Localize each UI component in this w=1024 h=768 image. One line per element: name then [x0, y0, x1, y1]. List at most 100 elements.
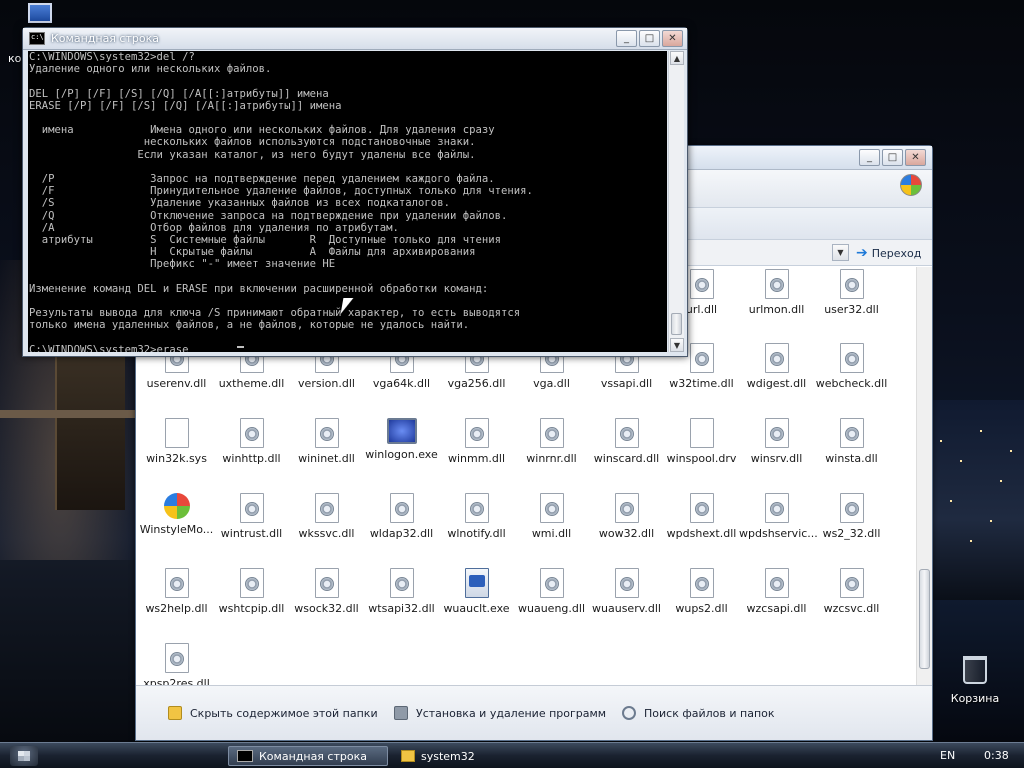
task-hide-folder-contents[interactable]: Скрыть содержимое этой папки — [168, 706, 378, 720]
start-button[interactable] — [10, 746, 38, 766]
dll-file-icon — [764, 493, 789, 523]
cmd-scrollbar-thumb[interactable] — [671, 313, 682, 335]
file-item[interactable]: winhttp.dll — [214, 414, 289, 486]
file-item[interactable]: wlnotify.dll — [439, 489, 514, 561]
file-item[interactable]: wuaueng.dll — [514, 564, 589, 636]
cmd-vertical-scrollbar[interactable]: ▲ ▼ — [668, 51, 684, 352]
file-name: winscard.dll — [593, 452, 660, 465]
explorer-close-button[interactable]: ✕ — [905, 149, 926, 166]
file-item[interactable]: wtsapi32.dll — [364, 564, 439, 636]
file-item[interactable]: winscard.dll — [589, 414, 664, 486]
clock[interactable]: 0:38 — [984, 749, 1009, 762]
file-name: winhttp.dll — [222, 452, 281, 465]
file-item[interactable]: wintrust.dll — [214, 489, 289, 561]
taskbar-cmd-label: Командная строка — [259, 749, 367, 763]
file-item[interactable]: wups2.dll — [664, 564, 739, 636]
exe-icon — [464, 568, 489, 598]
file-item[interactable]: winrnr.dll — [514, 414, 589, 486]
taskbar-explorer-label: system32 — [421, 749, 475, 763]
taskbar-button-cmd[interactable]: Командная строка — [228, 746, 388, 766]
file-name: wintrust.dll — [220, 527, 283, 540]
file-item[interactable]: wuauclt.exe — [439, 564, 514, 636]
address-dropdown-button[interactable]: ▼ — [832, 244, 849, 261]
dll-file-icon — [614, 568, 639, 598]
file-name: wzcsvc.dll — [823, 602, 880, 615]
dll-file-icon — [839, 493, 864, 523]
task-add-remove-programs[interactable]: Установка и удаление программ — [394, 706, 606, 720]
cmd-titlebar[interactable]: Командная строка _ □ ✕ — [23, 28, 687, 50]
dll-file-icon — [689, 269, 714, 299]
dll-file-icon — [614, 418, 639, 448]
file-name: wuaueng.dll — [518, 602, 585, 615]
file-item[interactable]: win32k.sys — [139, 414, 214, 486]
file-item[interactable]: wpdshext.dll — [664, 489, 739, 561]
explorer-scrollbar-thumb[interactable] — [919, 569, 930, 669]
file-item[interactable]: ws2help.dll — [139, 564, 214, 636]
file-item[interactable]: WinstyleMo... — [139, 489, 214, 561]
file-name: w32time.dll — [669, 377, 734, 390]
command-prompt-window: Командная строка _ □ ✕ C:\WINDOWS\system… — [22, 27, 688, 357]
dll-file-icon — [764, 418, 789, 448]
cmd-scroll-down-button[interactable]: ▼ — [670, 338, 684, 352]
file-item[interactable]: winsrv.dll — [739, 414, 814, 486]
file-name: wow32.dll — [598, 527, 655, 540]
windows-logo-icon — [900, 174, 922, 196]
file-item[interactable]: wsock32.dll — [289, 564, 364, 636]
file-item[interactable]: wininet.dll — [289, 414, 364, 486]
taskbar-button-explorer[interactable]: system32 — [393, 746, 553, 766]
file-item[interactable]: wldap32.dll — [364, 489, 439, 561]
file-item[interactable]: wzcsapi.dll — [739, 564, 814, 636]
cmd-minimize-button[interactable]: _ — [616, 30, 637, 47]
cmd-close-button[interactable]: ✕ — [662, 30, 683, 47]
desktop-icon-computer[interactable] — [20, 3, 60, 23]
dll-file-icon — [689, 568, 714, 598]
explorer-vertical-scrollbar[interactable] — [916, 267, 932, 687]
file-item[interactable]: wshtcpip.dll — [214, 564, 289, 636]
file-item[interactable]: xpsp2res.dll — [139, 639, 214, 687]
explorer-maximize-button[interactable]: □ — [882, 149, 903, 166]
task-search-label: Поиск файлов и папок — [644, 706, 775, 720]
dll-file-icon — [764, 343, 789, 373]
file-name: userenv.dll — [146, 377, 207, 390]
wallpaper-city — [930, 400, 1024, 600]
file-name: urlmon.dll — [748, 303, 805, 316]
cmd-scroll-up-button[interactable]: ▲ — [670, 51, 684, 65]
file-item[interactable]: wkssvc.dll — [289, 489, 364, 561]
file-item[interactable]: winsta.dll — [814, 414, 889, 486]
file-item[interactable]: user32.dll — [814, 267, 889, 337]
desktop-icon-recycle-bin[interactable]: Корзина — [950, 656, 1000, 705]
file-item[interactable]: winlogon.exe — [364, 414, 439, 486]
go-button[interactable]: ➔ Переход — [856, 243, 921, 263]
dll-file-icon — [389, 493, 414, 523]
dll-file-icon — [839, 343, 864, 373]
file-item[interactable]: wdigest.dll — [739, 339, 814, 411]
file-item[interactable]: winmm.dll — [439, 414, 514, 486]
file-item[interactable]: wow32.dll — [589, 489, 664, 561]
language-indicator[interactable]: EN — [940, 749, 955, 762]
file-name: wpdshservic... — [739, 527, 818, 540]
dll-file-icon — [764, 269, 789, 299]
dll-file-icon — [164, 643, 189, 673]
explorer-minimize-button[interactable]: _ — [859, 149, 880, 166]
dll-file-icon — [464, 418, 489, 448]
file-item[interactable]: wmi.dll — [514, 489, 589, 561]
file-name: wkssvc.dll — [298, 527, 355, 540]
file-name: winlogon.exe — [365, 448, 438, 461]
file-item[interactable]: wpdshservic... — [739, 489, 818, 561]
file-name: winspool.drv — [666, 452, 737, 465]
file-name: winmm.dll — [447, 452, 506, 465]
file-name: wuauserv.dll — [592, 602, 661, 615]
console-cursor — [237, 346, 244, 348]
file-item[interactable]: webcheck.dll — [814, 339, 889, 411]
file-item[interactable]: wuauserv.dll — [589, 564, 664, 636]
file-item[interactable]: urlmon.dll — [739, 267, 814, 337]
cmd-maximize-button[interactable]: □ — [639, 30, 660, 47]
file-name: vga64k.dll — [372, 377, 431, 390]
file-icon — [164, 418, 189, 448]
file-item[interactable]: wzcsvc.dll — [814, 564, 889, 636]
file-item[interactable]: ws2_32.dll — [814, 489, 889, 561]
task-search-files[interactable]: Поиск файлов и папок — [622, 706, 775, 720]
explorer-window-buttons: _ □ ✕ — [859, 149, 926, 166]
file-item[interactable]: winspool.drv — [664, 414, 739, 486]
dll-file-icon — [464, 493, 489, 523]
